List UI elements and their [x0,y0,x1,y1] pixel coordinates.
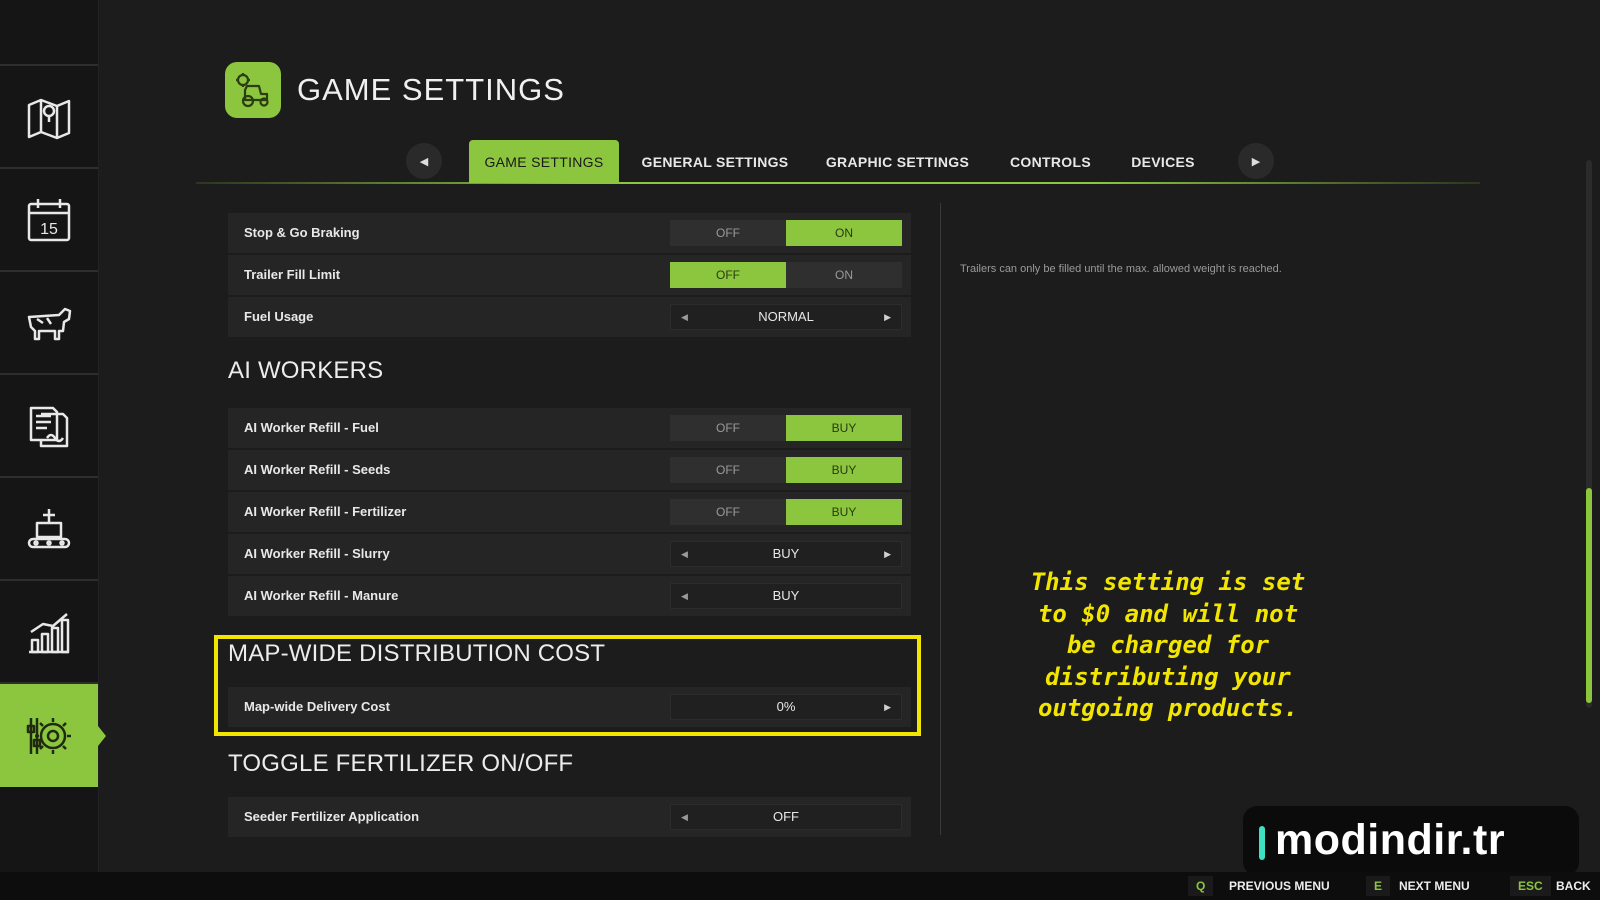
toggle-off-option[interactable]: OFF [670,262,786,288]
tab-next-button[interactable]: ▶ [1238,143,1274,179]
annotation-text: This setting is set to $0 and will not b… [1030,568,1306,722]
setting-row-ai-refill-fuel: AI Worker Refill - Fuel OFF BUY [228,408,911,448]
setting-row-ai-refill-fertilizer: AI Worker Refill - Fertilizer OFF BUY [228,492,911,532]
production-icon [27,508,71,548]
toggle-on-option[interactable]: ON [786,262,902,288]
ai-refill-slurry-selector[interactable]: ◀ BUY ▶ [670,541,902,567]
setting-row-seeder-fertilizer: Seeder Fertilizer Application ◀ OFF [228,797,911,837]
footer-key-esc: ESC [1510,876,1551,896]
previous-menu-button[interactable]: PREVIOUS MENU [1229,876,1330,896]
tractor-gear-icon [236,73,269,108]
setting-label: Trailer Fill Limit [244,267,341,282]
ai-refill-fertilizer-toggle[interactable]: OFF BUY [670,499,902,525]
watermark: modindir.tr [1243,806,1579,876]
statistics-icon [29,612,70,653]
setting-label: AI Worker Refill - Manure [244,588,399,603]
sidebar-item-animals[interactable] [0,272,98,375]
contracts-icon [29,406,69,447]
setting-label: Stop & Go Braking [244,225,360,240]
tab-controls[interactable]: CONTROLS [1003,140,1098,183]
section-title-fertilizer-toggle: TOGGLE FERTILIZER ON/OFF [228,750,574,777]
sidebar: 15 [0,0,106,900]
tab-graphic-settings[interactable]: GRAPHIC SETTINGS [820,140,975,183]
watermark-bar [1259,826,1265,860]
setting-row-ai-refill-slurry: AI Worker Refill - Slurry ◀ BUY ▶ [228,534,911,574]
sidebar-item-statistics[interactable] [0,581,98,684]
svg-text:15: 15 [40,221,58,238]
tab-devices[interactable]: DEVICES [1125,140,1201,183]
panel-divider [940,203,941,835]
setting-row-ai-refill-manure: AI Worker Refill - Manure ◀ BUY [228,576,911,616]
setting-label: AI Worker Refill - Seeds [244,462,391,477]
selector-value: NORMAL [758,309,814,324]
toggle-off-option[interactable]: OFF [670,415,786,441]
fuel-usage-selector[interactable]: ◀ NORMAL ▶ [670,304,902,330]
sidebar-top [0,0,98,66]
setting-row-ai-refill-seeds: AI Worker Refill - Seeds OFF BUY [228,450,911,490]
watermark-text: modindir.tr [1275,816,1506,864]
trailer-fill-limit-toggle[interactable]: OFF ON [670,262,902,288]
setting-row-trailer-fill-limit: Trailer Fill Limit OFF ON [228,255,911,295]
toggle-buy-option[interactable]: BUY [786,415,902,441]
selector-value: OFF [773,809,799,824]
footer-key-e: E [1366,876,1391,896]
toggle-off-option[interactable]: OFF [670,457,786,483]
tabs-underline [196,182,1480,184]
setting-label: AI Worker Refill - Fertilizer [244,504,407,519]
seeder-fertilizer-selector[interactable]: ◀ OFF [670,804,902,830]
stop-go-braking-toggle[interactable]: OFF ON [670,220,902,246]
calendar-icon: 15 [27,198,71,241]
chevron-right-icon[interactable]: ▶ [884,542,891,566]
sidebar-item-calendar[interactable]: 15 [0,169,98,272]
highlight-box [214,635,921,736]
ai-refill-manure-selector[interactable]: ◀ BUY [670,583,902,609]
footer-bar [0,872,1600,900]
page-title: GAME SETTINGS [297,72,565,107]
sidebar-item-map[interactable] [0,66,98,169]
chevron-right-icon[interactable]: ▶ [884,305,891,329]
toggle-on-option[interactable]: ON [786,220,902,246]
toggle-off-option[interactable]: OFF [670,220,786,246]
chevron-left-icon: ◀ [419,155,429,168]
chevron-right-icon: ▶ [1251,155,1261,168]
setting-label: Seeder Fertilizer Application [244,809,420,824]
toggle-buy-option[interactable]: BUY [786,457,902,483]
setting-row-fuel-usage: Fuel Usage ◀ NORMAL ▶ [228,297,911,337]
setting-row-stop-go-braking: Stop & Go Braking OFF ON [228,213,911,253]
footer-key-q: Q [1188,876,1214,896]
map-icon [27,98,71,139]
toggle-off-option[interactable]: OFF [670,499,786,525]
tab-general-settings[interactable]: GENERAL SETTINGS [640,140,790,183]
section-title-ai-workers: AI WORKERS [228,357,384,384]
selector-value: BUY [772,588,800,603]
scrollbar-thumb[interactable] [1586,488,1592,703]
sidebar-item-contracts[interactable] [0,375,98,478]
sidebar-item-production[interactable] [0,478,98,581]
settings-sliders-icon [26,717,71,754]
setting-label: AI Worker Refill - Slurry [244,546,390,561]
ai-refill-seeds-toggle[interactable]: OFF BUY [670,457,902,483]
setting-description: Trailers can only be filled until the ma… [960,263,1282,275]
selector-value: BUY [772,546,800,561]
setting-label: AI Worker Refill - Fuel [244,420,379,435]
setting-label: Fuel Usage [244,309,314,324]
header-logo [225,62,281,118]
next-menu-button[interactable]: NEXT MENU [1399,876,1470,896]
ai-refill-fuel-toggle[interactable]: OFF BUY [670,415,902,441]
tab-prev-button[interactable]: ◀ [406,143,442,179]
cow-icon [27,307,72,340]
tab-game-settings[interactable]: GAME SETTINGS [469,140,619,183]
toggle-buy-option[interactable]: BUY [786,499,902,525]
back-button[interactable]: BACK [1556,876,1591,896]
active-indicator-arrow [98,725,106,746]
sidebar-item-settings[interactable] [0,684,106,787]
